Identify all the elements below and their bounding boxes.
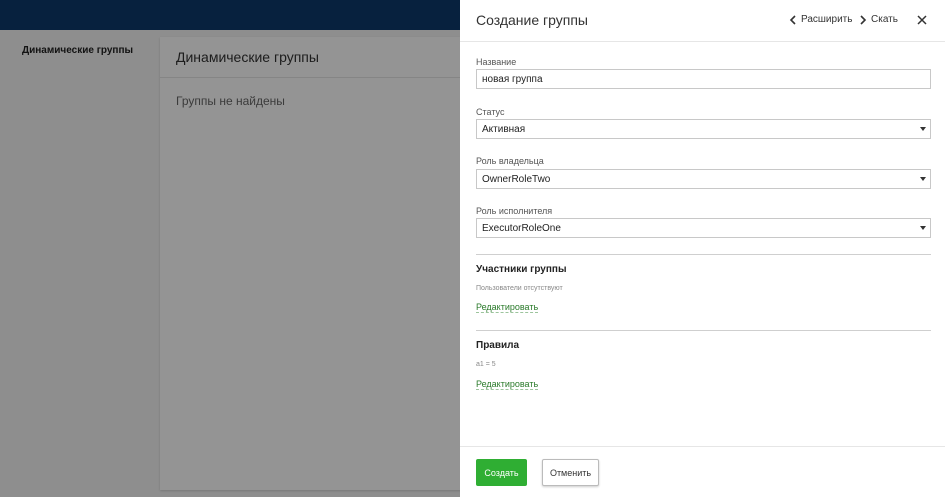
rules-section-title: Правила	[476, 340, 520, 351]
expand-button[interactable]: Расширить	[789, 14, 852, 25]
name-label: Название	[476, 57, 517, 67]
owner-role-select[interactable]: OwnerRoleTwo	[476, 169, 931, 189]
create-group-panel: Создание группы Расширить Скать Название…	[460, 0, 945, 497]
collapse-button[interactable]: Скать	[859, 14, 898, 25]
owner-role-label: Роль владельца	[476, 156, 544, 166]
status-label: Статус	[476, 107, 505, 117]
chevron-left-icon	[789, 14, 796, 25]
status-value: Активная	[482, 124, 526, 135]
owner-role-value: OwnerRoleTwo	[482, 174, 551, 185]
close-icon[interactable]	[916, 14, 928, 26]
caret-down-icon	[920, 226, 926, 230]
chevron-right-icon	[860, 14, 867, 25]
executor-role-value: ExecutorRoleOne	[482, 223, 561, 234]
edit-rules-link[interactable]: Редактировать	[476, 379, 539, 390]
caret-down-icon	[920, 127, 926, 131]
collapse-label: Скать	[871, 14, 898, 25]
executor-role-label: Роль исполнителя	[476, 206, 553, 216]
rule-text: a1 = 5	[476, 361, 496, 368]
expand-label: Расширить	[801, 14, 853, 25]
cancel-button[interactable]: Отменить	[542, 459, 599, 486]
edit-members-link[interactable]: Редактировать	[476, 302, 539, 313]
panel-title: Создание группы	[476, 12, 588, 28]
executor-role-select[interactable]: ExecutorRoleOne	[476, 218, 931, 238]
panel-header: Создание группы Расширить Скать	[460, 0, 945, 42]
name-input[interactable]: новая группа	[476, 69, 931, 89]
status-select[interactable]: Активная	[476, 119, 931, 139]
panel-footer: Создать Отменить	[460, 446, 945, 497]
members-empty-text: Пользователи отсутствуют	[476, 285, 563, 292]
members-section-title: Участники группы	[476, 264, 567, 275]
create-button[interactable]: Создать	[476, 459, 527, 486]
divider	[476, 254, 931, 255]
caret-down-icon	[920, 177, 926, 181]
divider	[476, 330, 931, 331]
